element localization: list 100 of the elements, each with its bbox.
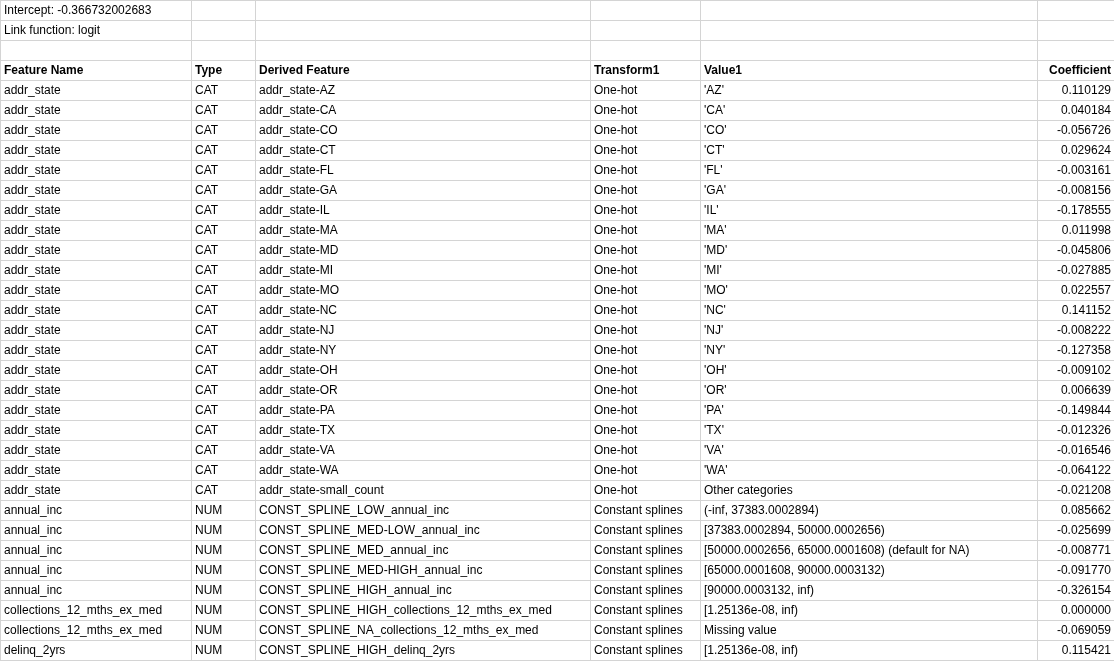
table-cell: addr_state [0,320,192,341]
table-cell: annual_inc [0,580,192,601]
table-cell: One-hot [590,80,701,101]
table-cell: addr_state [0,340,192,361]
table-cell: Constant splines [590,500,701,521]
table-cell: NUM [191,540,256,561]
table-cell: 'OR' [700,380,1038,401]
column-header: Type [191,60,256,81]
table-cell: addr_state [0,360,192,381]
table-cell: addr_state [0,480,192,501]
table-cell: addr_state-MD [255,240,591,261]
table-cell: addr_state-NJ [255,320,591,341]
table-cell: addr_state-OR [255,380,591,401]
table-cell: addr_state [0,80,192,101]
table-cell: addr_state-FL [255,160,591,181]
table-cell: Constant splines [590,540,701,561]
table-cell: addr_state [0,380,192,401]
table-cell: addr_state [0,160,192,181]
table-cell: addr_state [0,280,192,301]
column-header: Derived Feature [255,60,591,81]
table-cell: CAT [191,420,256,441]
table-cell: delinq_2yrs [0,640,192,661]
table-cell: CAT [191,280,256,301]
table-cell: 'MD' [700,240,1038,261]
table-cell: One-hot [590,220,701,241]
table-cell: Missing value [700,620,1038,641]
table-cell: One-hot [590,480,701,501]
table-cell: addr_state [0,260,192,281]
table-cell: addr_state [0,200,192,221]
table-cell: CAT [191,440,256,461]
table-cell: [90000.0003132, inf) [700,580,1038,601]
table-cell: CAT [191,400,256,421]
table-cell: CAT [191,120,256,141]
table-cell: CONST_SPLINE_MED_annual_inc [255,540,591,561]
table-cell: addr_state-OH [255,360,591,381]
table-cell: addr_state-WA [255,460,591,481]
table-cell: One-hot [590,300,701,321]
table-cell: One-hot [590,120,701,141]
table-cell: collections_12_mths_ex_med [0,600,192,621]
table-cell: CAT [191,300,256,321]
column-header: Value1 [700,60,1038,81]
table-cell: One-hot [590,360,701,381]
table-cell: annual_inc [0,560,192,581]
table-cell: NUM [191,520,256,541]
table-cell: CAT [191,100,256,121]
table-cell: addr_state [0,300,192,321]
table-cell: NUM [191,620,256,641]
column-header: Feature Name [0,60,192,81]
table-cell: 'CA' [700,100,1038,121]
table-cell: addr_state [0,440,192,461]
table-cell: 'TX' [700,420,1038,441]
table-cell: Constant splines [590,520,701,541]
table-cell: CAT [191,80,256,101]
table-cell: CONST_SPLINE_HIGH_annual_inc [255,580,591,601]
table-cell: Constant splines [590,600,701,621]
table-cell: Constant splines [590,620,701,641]
table-cell: annual_inc [0,540,192,561]
table-cell: 'NJ' [700,320,1038,341]
table-cell: addr_state-IL [255,200,591,221]
table-cell: addr_state-small_count [255,480,591,501]
table-cell: addr_state-AZ [255,80,591,101]
table-cell: addr_state [0,140,192,161]
table-cell: [37383.0002894, 50000.0002656) [700,520,1038,541]
table-cell: One-hot [590,100,701,121]
table-cell: One-hot [590,460,701,481]
table-cell: addr_state-NC [255,300,591,321]
table-cell: One-hot [590,340,701,361]
table-cell: CAT [191,160,256,181]
table-cell: addr_state [0,460,192,481]
table-cell: CAT [191,200,256,221]
table-cell: CAT [191,340,256,361]
table-cell: addr_state [0,100,192,121]
table-cell: addr_state-VA [255,440,591,461]
table-cell: addr_state [0,400,192,421]
table-cell: One-hot [590,160,701,181]
table-cell: addr_state-PA [255,400,591,421]
table-cell: Link function: logit [0,20,192,41]
table-cell: One-hot [590,180,701,201]
table-cell: 'CO' [700,120,1038,141]
table-cell: 'MO' [700,280,1038,301]
table-cell: One-hot [590,260,701,281]
table-cell: 'CT' [700,140,1038,161]
table-cell: CAT [191,140,256,161]
table-cell: addr_state-CT [255,140,591,161]
table-cell: collections_12_mths_ex_med [0,620,192,641]
table-cell: 'NY' [700,340,1038,361]
column-header: Transform1 [590,60,701,81]
table-cell: addr_state-MA [255,220,591,241]
table-cell: 'AZ' [700,80,1038,101]
table-cell: CAT [191,180,256,201]
table-cell: addr_state [0,420,192,441]
table-cell: CONST_SPLINE_HIGH_delinq_2yrs [255,640,591,661]
table-cell: 'OH' [700,360,1038,381]
table-cell: One-hot [590,240,701,261]
table-cell: NUM [191,600,256,621]
table-cell: Constant splines [590,640,701,661]
table-cell: One-hot [590,380,701,401]
table-cell: [65000.0001608, 90000.0003132) [700,560,1038,581]
table-cell: 'IL' [700,200,1038,221]
table-cell: Constant splines [590,560,701,581]
